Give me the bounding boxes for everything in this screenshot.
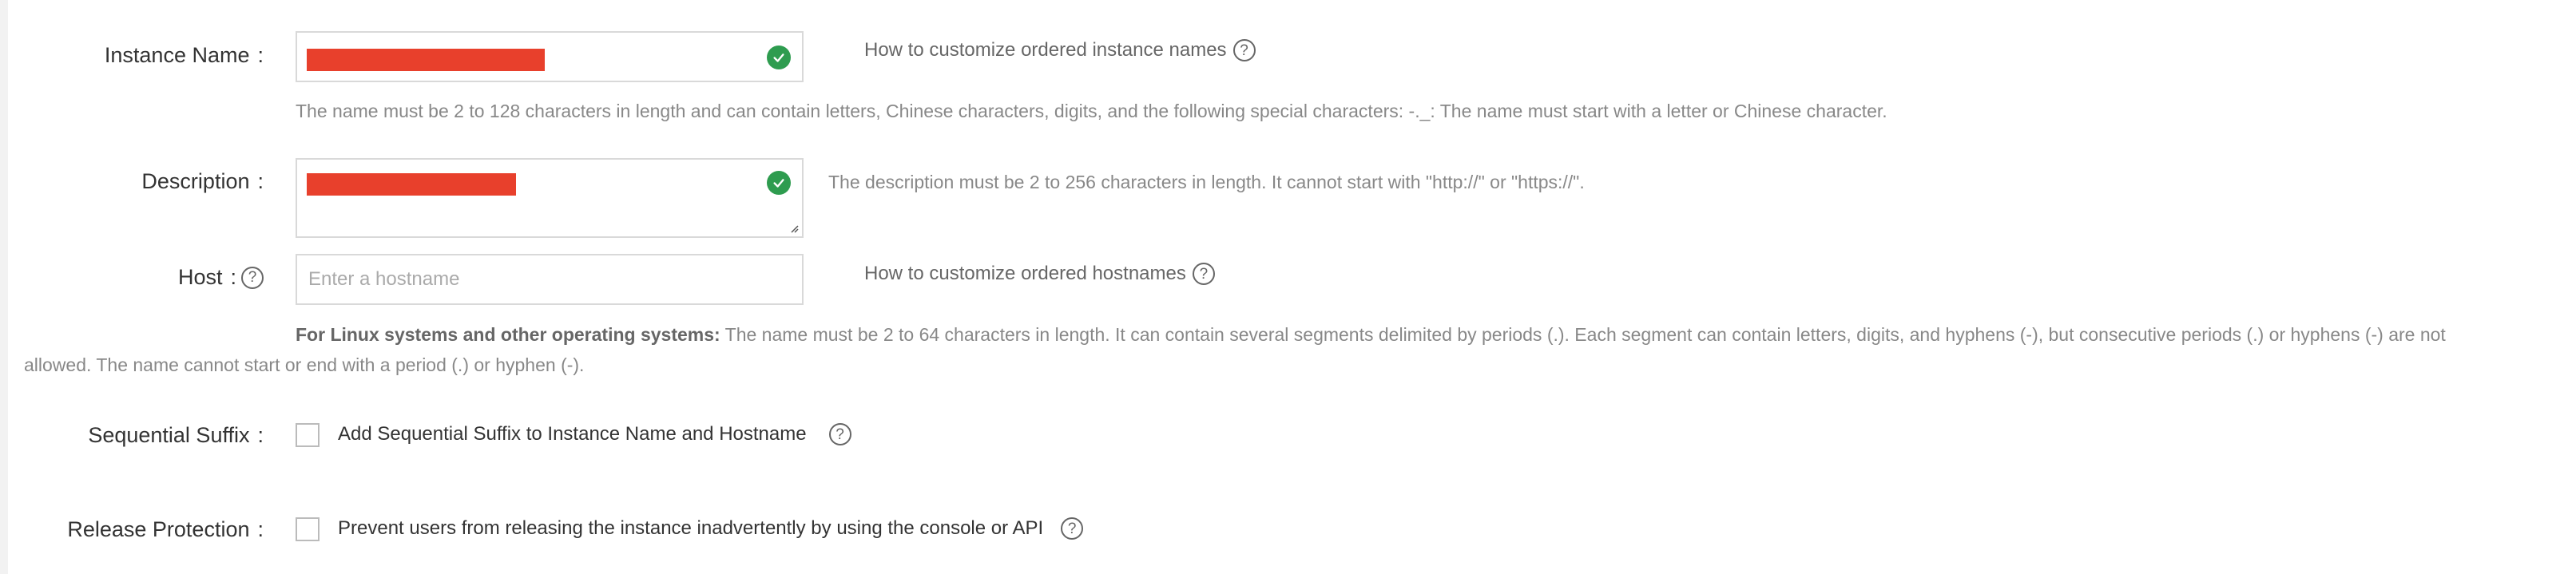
description-label-text: Description [141, 169, 250, 193]
host-hint-text: The name must be 2 to 64 characters in l… [720, 324, 2446, 345]
help-icon[interactable]: ? [1232, 39, 1256, 61]
host-placeholder: Enter a hostname [308, 268, 460, 290]
customize-instance-names-text[interactable]: How to customize ordered instance names [864, 39, 1227, 61]
description-textarea[interactable] [296, 158, 804, 238]
help-icon[interactable]: ? [1192, 263, 1215, 285]
release-protection-checkbox-label[interactable]: Prevent users from releasing the instanc… [338, 517, 1043, 540]
instance-name-label-text: Instance Name [104, 43, 250, 67]
customize-instance-names-link[interactable]: How to customize ordered instance names … [864, 39, 1256, 61]
label-colon: : [257, 43, 264, 67]
release-protection-label: Release Protection: [67, 517, 264, 542]
host-hint-line1: For Linux systems and other operating sy… [296, 319, 2446, 350]
valid-check-icon [767, 46, 791, 69]
instance-name-hint: The name must be 2 to 128 characters in … [296, 101, 1887, 121]
help-icon[interactable]: ? [828, 423, 851, 445]
valid-check-icon [767, 171, 791, 195]
host-input[interactable]: Enter a hostname [296, 254, 804, 305]
customize-hostnames-link[interactable]: How to customize ordered hostnames ? [864, 263, 1215, 285]
release-protection-option[interactable]: Prevent users from releasing the instanc… [338, 517, 1084, 540]
description-hint: The description must be 2 to 256 charact… [828, 172, 1585, 192]
label-colon: : [257, 423, 264, 447]
description-label: Description: [141, 169, 264, 194]
left-panel-edge [0, 0, 8, 574]
host-hint-line2: allowed. The name cannot start or end wi… [24, 354, 585, 375]
host-label-text: Host [177, 265, 223, 289]
resize-handle-icon[interactable] [789, 224, 799, 233]
sequential-suffix-option[interactable]: Add Sequential Suffix to Instance Name a… [338, 423, 851, 445]
label-colon: : [257, 169, 264, 193]
host-label: Host: ? [178, 265, 264, 290]
sequential-suffix-checkbox[interactable] [296, 423, 320, 447]
label-colon: : [230, 265, 236, 289]
sequential-suffix-label-text: Sequential Suffix [88, 423, 250, 447]
redacted-value [307, 173, 516, 196]
host-hint-bold: For Linux systems and other operating sy… [296, 324, 720, 345]
sequential-suffix-label: Sequential Suffix: [88, 423, 264, 448]
instance-name-input[interactable] [296, 31, 804, 82]
help-icon[interactable]: ? [1061, 517, 1084, 540]
redacted-value [307, 49, 545, 71]
host-help-icon[interactable]: ? [241, 266, 264, 289]
release-protection-label-text: Release Protection [67, 517, 250, 541]
instance-name-label: Instance Name: [105, 43, 264, 68]
sequential-suffix-checkbox-label[interactable]: Add Sequential Suffix to Instance Name a… [338, 423, 807, 445]
release-protection-checkbox[interactable] [296, 517, 320, 541]
customize-hostnames-text[interactable]: How to customize ordered hostnames [864, 263, 1186, 285]
label-colon: : [257, 517, 264, 541]
